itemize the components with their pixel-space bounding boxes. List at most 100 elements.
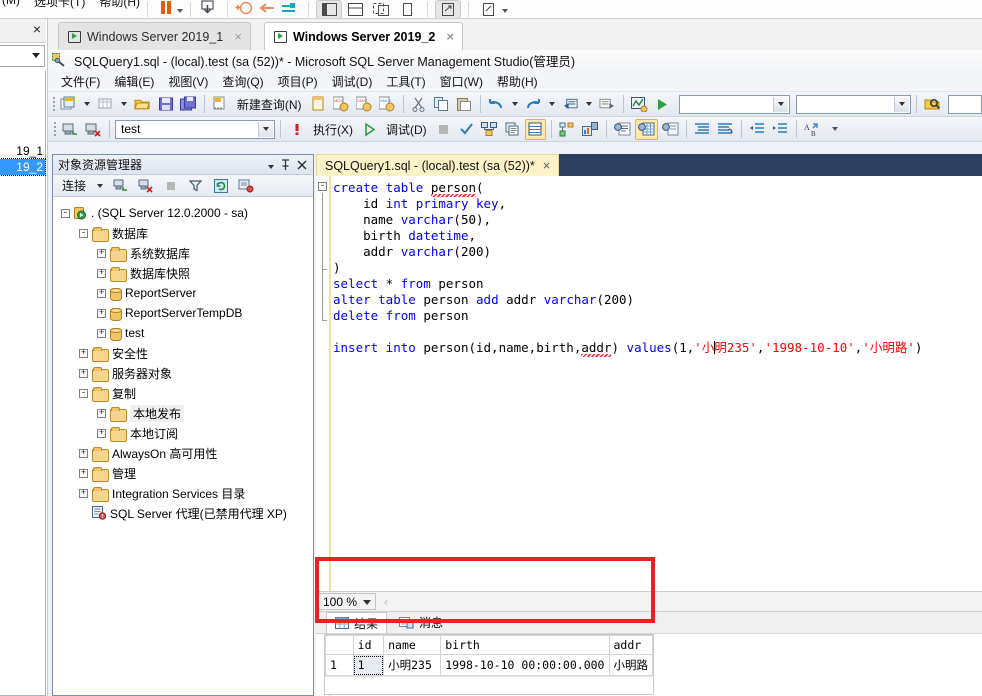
include-client-statistics-icon[interactable] (580, 119, 601, 140)
new-query-label[interactable]: 新建查询(N) (233, 96, 306, 113)
results-to-file-icon[interactable] (660, 119, 681, 140)
stop-icon[interactable] (160, 175, 181, 196)
cell-id[interactable]: 1 (352, 654, 385, 676)
results-grid[interactable]: id name birth addr 1 1 小明235 1998-10-10 … (324, 634, 654, 695)
vm-tab-windows-server-2019-1[interactable]: Windows Server 2019_1 × (58, 22, 251, 50)
expander-icon[interactable]: + (97, 288, 106, 298)
new-query-icon[interactable] (210, 94, 231, 115)
display-estimated-plan-icon[interactable] (479, 119, 500, 140)
menu-tools[interactable]: 工具(T) (379, 71, 432, 92)
run-icon[interactable] (652, 94, 673, 115)
expander-icon[interactable]: + (79, 488, 88, 498)
expander-icon[interactable]: + (79, 448, 88, 458)
table-row[interactable]: 1 1 小明235 1998-10-10 00:00:00.000 小明路 (325, 654, 653, 676)
disconnect-object-explorer-icon[interactable] (83, 119, 104, 140)
chevron-down-icon[interactable] (84, 102, 91, 106)
snapshot-manager-icon[interactable] (279, 0, 301, 18)
new-project-icon[interactable] (58, 94, 79, 115)
vm-tab-windows-server-2019-2[interactable]: Windows Server 2019_2 × (264, 22, 463, 50)
expander-icon[interactable]: - (61, 208, 70, 218)
increase-indent-icon[interactable] (770, 119, 791, 140)
toolbar-grip[interactable] (51, 121, 58, 138)
xmla-query-icon[interactable]: XMLA (377, 94, 398, 115)
menu-debug[interactable]: 调试(D) (325, 71, 380, 92)
uncomment-selection-icon[interactable] (715, 119, 736, 140)
chevron-down-icon[interactable] (511, 102, 518, 106)
column-header-birth[interactable]: birth (440, 635, 610, 655)
chevron-down-icon[interactable] (121, 102, 128, 106)
tree-node-alwayson[interactable]: + AlwaysOn 高可用性 (57, 443, 313, 463)
layout-sidebar-icon[interactable] (316, 0, 342, 18)
snapshot-add-icon[interactable] (235, 0, 257, 18)
toolbar-overflow-caret-icon[interactable] (502, 9, 508, 13)
refresh-icon[interactable] (210, 175, 231, 196)
tree-node-replication[interactable]: - 复制 (57, 383, 313, 403)
chevron-down-icon[interactable] (32, 53, 40, 58)
expander-icon[interactable]: + (97, 308, 106, 318)
toolbar-combo-1[interactable] (678, 94, 791, 114)
pause-icon[interactable] (155, 0, 177, 18)
copy-icon[interactable] (431, 94, 452, 115)
tree-node-server[interactable]: - . (SQL Server 12.0.2000 - sa) (57, 203, 313, 223)
close-icon[interactable]: × (446, 29, 454, 44)
expander-icon[interactable]: + (97, 268, 106, 278)
expander-icon[interactable]: + (97, 248, 106, 258)
connect-object-explorer-icon[interactable] (60, 119, 81, 140)
close-icon[interactable]: × (234, 29, 242, 44)
toolbar-grip[interactable] (51, 96, 56, 113)
cell-addr[interactable]: 小明路 (608, 654, 653, 676)
parse-check-icon[interactable] (456, 119, 477, 140)
tree-node-reportservertempdb[interactable]: + ReportServerTempDB (57, 303, 313, 323)
results-to-grid-toggle-icon[interactable] (524, 118, 546, 140)
results-tab-messages[interactable]: 消息 (391, 612, 452, 633)
undo-icon[interactable] (486, 94, 507, 115)
vm-library-item-1[interactable]: 19_2 (0, 158, 46, 176)
cell-birth[interactable]: 1998-10-10 00:00:00.000 (440, 654, 610, 676)
results-tab-grid[interactable]: 结果 (326, 612, 388, 633)
layout-split-icon[interactable] (342, 0, 368, 18)
close-icon[interactable]: × (543, 158, 551, 173)
sql-code[interactable]: create table person( id int primary key,… (333, 180, 982, 356)
chevron-down-icon[interactable] (548, 102, 555, 106)
tree-node-test[interactable]: + test (57, 323, 313, 343)
menu-query[interactable]: 查询(Q) (215, 71, 270, 92)
install-tools-icon[interactable] (198, 0, 220, 18)
comment-selection-icon[interactable] (692, 119, 713, 140)
navigate-backward-icon[interactable] (560, 94, 581, 115)
tree-node-local-subscriptions[interactable]: + 本地订阅 (57, 423, 313, 443)
toolbar-overflow-icon[interactable] (825, 119, 846, 140)
connect-icon[interactable] (110, 175, 131, 196)
tree-node-system-databases[interactable]: + 系统数据库 (57, 243, 313, 263)
decrease-indent-icon[interactable] (747, 119, 768, 140)
close-icon[interactable] (297, 159, 307, 170)
paste-icon[interactable] (454, 94, 475, 115)
snapshot-revert-icon[interactable] (257, 0, 279, 18)
specify-values-for-template-icon[interactable]: A B (802, 119, 823, 140)
chevron-down-icon[interactable] (97, 183, 104, 188)
stop-icon[interactable] (433, 119, 454, 140)
caret-down-icon[interactable] (177, 9, 183, 13)
layout-single-icon[interactable] (394, 0, 420, 18)
menu-edit[interactable]: 编辑(E) (107, 71, 161, 92)
menu-window[interactable]: 窗口(W) (433, 71, 490, 92)
menu-help[interactable]: 帮助(H) (490, 71, 545, 92)
query-options-icon[interactable] (502, 119, 523, 140)
tree-node-server-objects[interactable]: + 服务器对象 (57, 363, 313, 383)
layout-fullscreen-icon[interactable] (435, 0, 461, 18)
column-header-id[interactable]: id (352, 635, 385, 655)
tree-node-management[interactable]: + 管理 (57, 463, 313, 483)
activity-monitor-icon[interactable] (629, 94, 650, 115)
toolbar-combo-2[interactable] (796, 94, 912, 114)
open-file-icon[interactable] (132, 94, 153, 115)
disconnect-icon[interactable] (135, 175, 156, 196)
column-header-name[interactable]: name (383, 635, 442, 655)
database-selector[interactable]: test (115, 119, 275, 139)
object-explorer-tree[interactable]: - . (SQL Server 12.0.2000 - sa) - 数据库 + … (53, 197, 313, 523)
column-header-addr[interactable]: addr (608, 635, 653, 655)
vm-menu-item-0[interactable]: (M) (2, 0, 20, 7)
expander-icon[interactable]: - (79, 228, 88, 238)
chevron-down-icon[interactable] (268, 158, 274, 172)
mdx-query-icon[interactable]: MDX (331, 94, 352, 115)
fold-toggle-icon[interactable]: - (318, 182, 327, 191)
execute-warning-icon[interactable] (286, 119, 307, 140)
